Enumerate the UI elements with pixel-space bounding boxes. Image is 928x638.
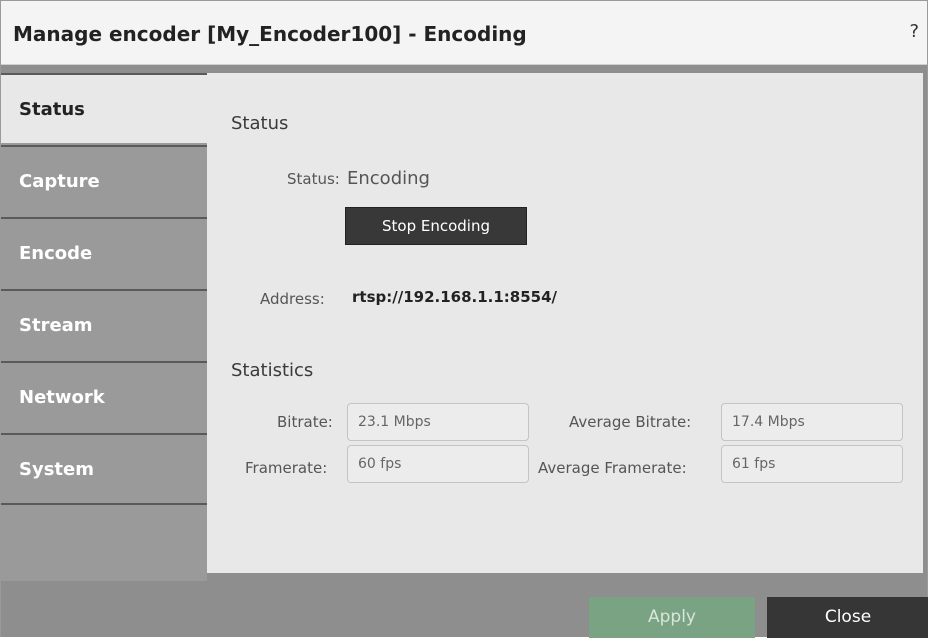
framerate-field: 60 fps xyxy=(347,445,529,483)
dialog-title: Manage encoder [My_Encoder100] - Encodin… xyxy=(13,22,527,46)
sidebar-divider xyxy=(1,503,207,505)
tab-system-label: System xyxy=(19,459,94,480)
tab-stream-label: Stream xyxy=(19,315,93,336)
tab-status[interactable]: Status xyxy=(1,73,207,143)
average-framerate-label: Average Framerate: xyxy=(538,459,687,477)
tab-capture-label: Capture xyxy=(19,171,100,192)
bitrate-label: Bitrate: xyxy=(277,413,333,431)
dialog-titlebar: Manage encoder [My_Encoder100] - Encodin… xyxy=(1,1,927,65)
tab-status-label: Status xyxy=(19,99,85,120)
average-framerate-field: 61 fps xyxy=(721,445,903,483)
sidebar: Status Capture Encode Stream Network Sys… xyxy=(1,73,207,581)
tab-capture[interactable]: Capture xyxy=(1,145,207,215)
help-icon[interactable]: ? xyxy=(909,21,919,42)
average-bitrate-field: 17.4 Mbps xyxy=(721,403,903,441)
manage-encoder-dialog: Manage encoder [My_Encoder100] - Encodin… xyxy=(0,0,928,638)
tab-encode-label: Encode xyxy=(19,243,93,264)
tab-stream[interactable]: Stream xyxy=(1,289,207,359)
statistics-heading: Statistics xyxy=(231,360,314,381)
status-panel: Status Status: Encoding Stop Encoding Ad… xyxy=(207,73,923,573)
status-label: Status: xyxy=(287,170,340,188)
address-label: Address: xyxy=(260,290,325,308)
bitrate-field: 23.1 Mbps xyxy=(347,403,529,441)
address-value: rtsp://192.168.1.1:8554/ xyxy=(352,288,558,306)
tab-network-label: Network xyxy=(19,387,105,408)
average-bitrate-label: Average Bitrate: xyxy=(569,413,692,431)
status-value: Encoding xyxy=(347,168,430,189)
tab-encode[interactable]: Encode xyxy=(1,217,207,287)
apply-button[interactable]: Apply xyxy=(589,597,755,638)
status-heading: Status xyxy=(231,113,289,134)
tab-network[interactable]: Network xyxy=(1,361,207,431)
stop-encoding-button[interactable]: Stop Encoding xyxy=(345,207,527,245)
framerate-label: Framerate: xyxy=(245,459,328,477)
close-button[interactable]: Close xyxy=(767,597,928,638)
tab-system[interactable]: System xyxy=(1,433,207,503)
